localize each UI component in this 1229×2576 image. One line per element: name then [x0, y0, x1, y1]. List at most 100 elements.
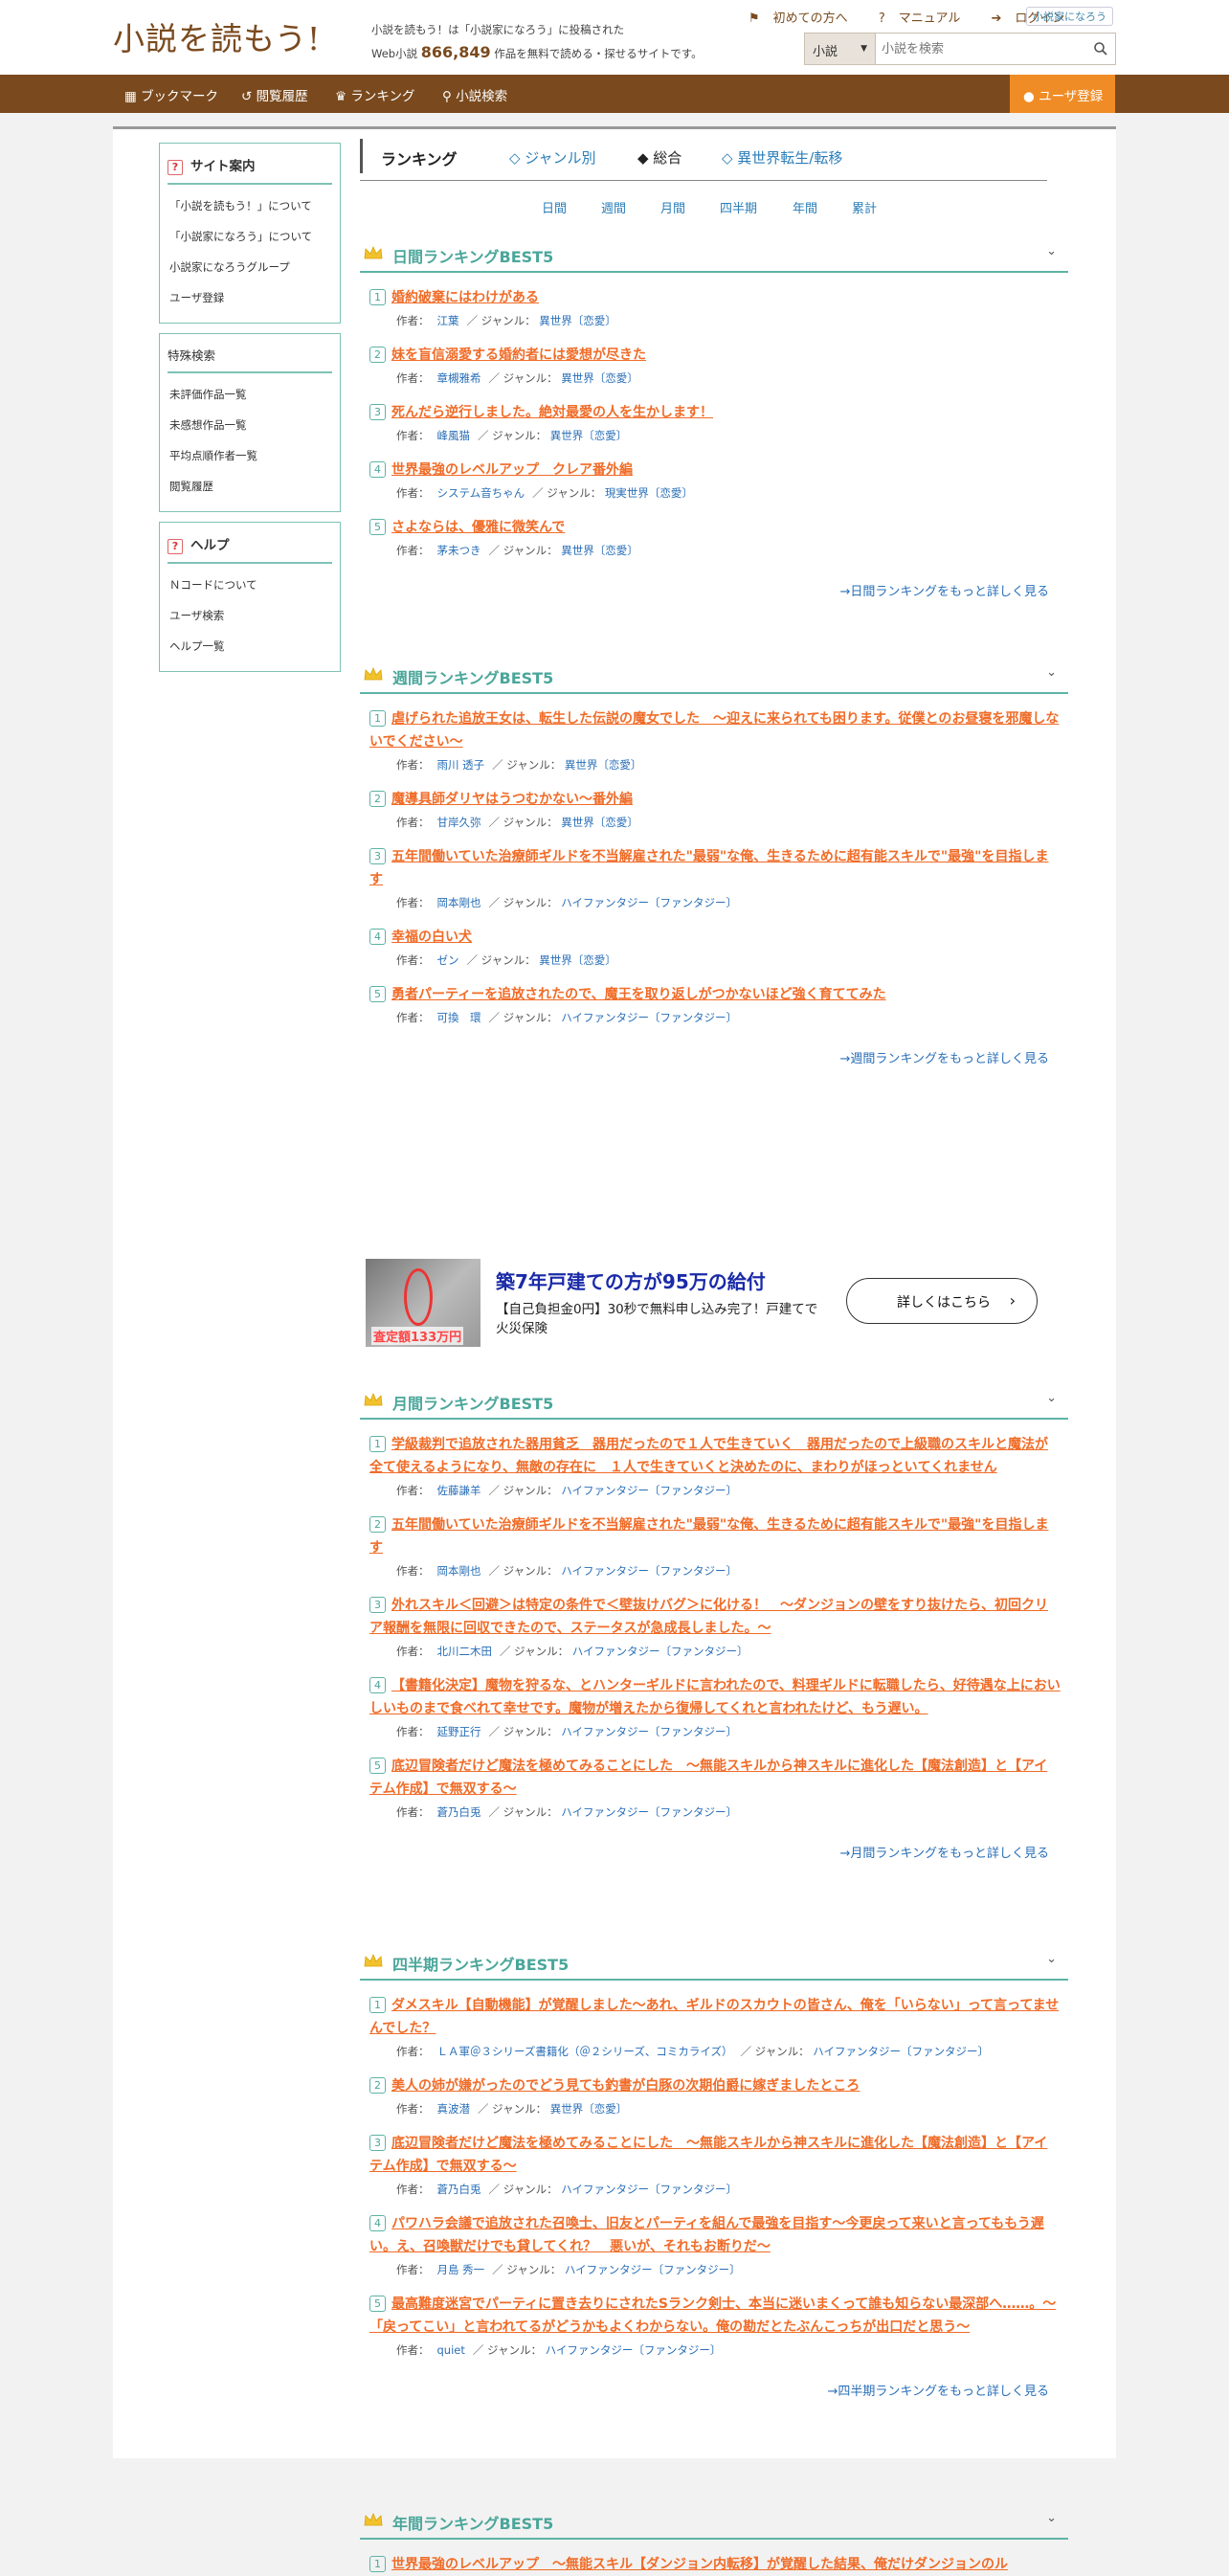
novel-title-link[interactable]: 幸福の白い犬	[391, 930, 472, 945]
novel-title-link[interactable]: 魔導具師ダリヤはうつむかない～番外編	[391, 792, 633, 807]
author-link[interactable]: 月島 秀一	[437, 2263, 485, 2276]
novel-title-link[interactable]: ダメスキル【自動機能】が覚醒しました～あれ、ギルドのスカウトの皆さん、俺を「いら…	[369, 1998, 1059, 2036]
genre-link[interactable]: ハイファンタジー〔ファンタジー〕	[813, 2045, 989, 2058]
genre-link[interactable]: 異世界〔恋愛〕	[565, 758, 642, 772]
author-link[interactable]: 佐藤謙羊	[437, 1484, 481, 1497]
period-daily[interactable]: 日間	[542, 198, 567, 216]
genre-link[interactable]: 異世界〔恋愛〕	[561, 816, 638, 829]
chevron-down-icon[interactable]: ⌄	[1046, 665, 1057, 680]
author-link[interactable]: 章槻雅希	[437, 371, 481, 385]
genre-link[interactable]: ハイファンタジー〔ファンタジー〕	[561, 896, 737, 909]
first-time-link[interactable]: ⚑ 初めての方へ	[749, 11, 861, 26]
novel-title-link[interactable]: 五年間働いていた治療師ギルドを不当解雇された"最弱"な俺、生きるために超有能スキ…	[369, 849, 1048, 887]
genre-link[interactable]: 異世界〔恋愛〕	[539, 953, 616, 967]
novel-title-link[interactable]: 妹を盲信溺愛する婚約者には愛想が尽きた	[391, 347, 646, 363]
more-ranking-link[interactable]: →月間ランキングをもっと詳しく見る	[360, 1822, 1068, 1861]
novel-title-link[interactable]: 死んだら逆行しました。絶対最愛の人を生かします！	[391, 405, 713, 420]
author-link[interactable]: quiet	[437, 2343, 465, 2357]
genre-link[interactable]: 異世界〔恋愛〕	[550, 429, 628, 442]
author-link[interactable]: 岡本剛也	[437, 1564, 481, 1578]
more-ranking-link[interactable]: →日間ランキングをもっと詳しく見る	[360, 560, 1068, 599]
search-icon[interactable]	[1092, 40, 1109, 57]
genre-link[interactable]: 異世界〔恋愛〕	[561, 544, 638, 557]
novel-title-link[interactable]: 世界最強のレベルアップ ～無能スキル【ダンジョン内転移】が覚醒した結果、俺だけダ…	[391, 2557, 1008, 2572]
sidebar-link[interactable]: 「小説を読もう！」について	[168, 190, 332, 221]
chevron-down-icon[interactable]: ⌄	[1046, 244, 1057, 258]
ad-banner[interactable]: 査定額133万円 築7年戸建ての方が95万の給付 【自己負担金0円】30秒で無料…	[366, 1259, 1055, 1347]
novel-title-link[interactable]: 虐げられた追放王女は、転生した伝説の魔女でした ～迎えに来られても困ります。従僕…	[369, 711, 1059, 750]
genre-link[interactable]: ハイファンタジー〔ファンタジー〕	[561, 1725, 737, 1738]
section-header[interactable]: 月間ランキングBEST5 ⌄	[360, 1379, 1068, 1420]
tab-genre[interactable]: ◇ ジャンル別	[509, 147, 596, 168]
section-header[interactable]: 週間ランキングBEST5 ⌄	[360, 654, 1068, 694]
section-header[interactable]: 日間ランキングBEST5 ⌄	[360, 233, 1068, 273]
genre-link[interactable]: ハイファンタジー〔ファンタジー〕	[561, 2183, 737, 2196]
period-cumulative[interactable]: 累計	[852, 198, 877, 216]
author-link[interactable]: 可換 環	[437, 1011, 481, 1024]
sidebar-link[interactable]: ユーザ検索	[168, 600, 332, 631]
sidebar-link[interactable]: Ｎコードについて	[168, 570, 332, 600]
period-weekly[interactable]: 週間	[601, 198, 626, 216]
ad-title[interactable]: 築7年戸建ての方が95万の給付	[496, 1266, 766, 1294]
chevron-down-icon[interactable]: ⌄	[1046, 1952, 1057, 1966]
author-link[interactable]: 雨川 透子	[437, 758, 485, 772]
nav-bookmark[interactable]: ▦ ブックマーク	[124, 85, 218, 104]
genre-link[interactable]: 異世界〔恋愛〕	[550, 2102, 628, 2116]
author-link[interactable]: 岡本剛也	[437, 896, 481, 909]
novel-title-link[interactable]: 学級裁判で追放された器用貧乏 器用だったので１人で生きていく 器用だったので上級…	[369, 1437, 1048, 1475]
site-logo[interactable]: 小説を読もう!	[113, 13, 321, 59]
search-category-select[interactable]: 小説 ▼	[805, 34, 876, 64]
sidebar-link[interactable]: 未評価作品一覧	[168, 379, 332, 410]
author-link[interactable]: 延野正行	[437, 1725, 481, 1738]
novel-title-link[interactable]: 五年間働いていた治療師ギルドを不当解雇された"最弱"な俺、生きるために超有能スキ…	[369, 1517, 1048, 1556]
sidebar-link[interactable]: 小説家になろうグループ	[168, 252, 332, 282]
novel-title-link[interactable]: 世界最強のレベルアップ クレア番外編	[391, 462, 633, 478]
genre-link[interactable]: ハイファンタジー〔ファンタジー〕	[565, 2263, 741, 2276]
author-link[interactable]: ゼン	[437, 953, 459, 967]
user-register-button[interactable]: ● ユーザ登録	[1010, 75, 1115, 113]
tab-overall[interactable]: ◆ 総合	[637, 147, 682, 168]
manual-link[interactable]: ? マニュアル	[879, 11, 974, 26]
genre-link[interactable]: 現実世界〔恋愛〕	[605, 486, 693, 500]
search-input[interactable]	[882, 38, 1073, 59]
author-link[interactable]: 蒼乃白兎	[437, 2183, 481, 2196]
brand-link[interactable]: 小説家になろう	[1026, 7, 1113, 26]
chevron-down-icon[interactable]: ⌄	[1046, 2511, 1057, 2525]
author-link[interactable]: システム音ちゃん	[437, 486, 525, 500]
genre-link[interactable]: 異世界〔恋愛〕	[539, 314, 616, 327]
novel-title-link[interactable]: さよならは、優雅に微笑んで	[391, 520, 565, 535]
novel-title-link[interactable]: 【書籍化決定】魔物を狩るな、とハンターギルドに言われたので、料理ギルドに転職した…	[369, 1678, 1061, 1716]
tab-isekai[interactable]: ◇ 異世界転生/転移	[722, 147, 842, 168]
genre-link[interactable]: ハイファンタジー〔ファンタジー〕	[572, 1645, 749, 1658]
author-link[interactable]: 真波潜	[437, 2102, 471, 2116]
genre-link[interactable]: ハイファンタジー〔ファンタジー〕	[561, 1564, 737, 1578]
section-header[interactable]: 四半期ランキングBEST5 ⌄	[360, 1940, 1068, 1981]
novel-title-link[interactable]: 婚約破棄にはわけがある	[391, 290, 539, 305]
period-monthly[interactable]: 月間	[660, 198, 685, 216]
sidebar-link[interactable]: 「小説家になろう」について	[168, 221, 332, 252]
novel-title-link[interactable]: パワハラ会議で追放された召喚士、旧友とパーティを組んで最強を目指す～今更戻って来…	[369, 2216, 1044, 2254]
period-quarterly[interactable]: 四半期	[720, 198, 757, 216]
novel-title-link[interactable]: 外れスキル＜回避＞は特定の条件で＜壁抜けバグ＞に化ける！ ～ダンジョンの壁をすり…	[369, 1598, 1048, 1636]
genre-link[interactable]: ハイファンタジー〔ファンタジー〕	[561, 1011, 737, 1024]
author-link[interactable]: 江葉	[437, 314, 459, 327]
nav-history[interactable]: ↺ 閲覧履歴	[241, 85, 308, 104]
more-ranking-link[interactable]: →四半期ランキングをもっと詳しく見る	[360, 2360, 1068, 2399]
author-link[interactable]: 北川二木田	[437, 1645, 493, 1658]
more-ranking-link[interactable]: →週間ランキングをもっと詳しく見る	[360, 1027, 1068, 1066]
genre-link[interactable]: ハイファンタジー〔ファンタジー〕	[561, 1484, 737, 1497]
author-link[interactable]: ＬＡ軍＠３シリーズ書籍化（＠２シリーズ、コミカライズ）	[437, 2045, 733, 2058]
period-yearly[interactable]: 年間	[793, 198, 817, 216]
genre-link[interactable]: ハイファンタジー〔ファンタジー〕	[561, 1805, 737, 1819]
nav-search[interactable]: ⚲ 小説検索	[442, 85, 507, 104]
author-link[interactable]: 蒼乃白兎	[437, 1805, 481, 1819]
novel-title-link[interactable]: 美人の姉が嫌がったのでどう見ても釣書が白豚の次期伯爵に嫁ぎましたところ	[391, 2078, 860, 2094]
sidebar-link[interactable]: 平均点順作者一覧	[168, 440, 332, 471]
sidebar-link[interactable]: 閲覧履歴	[168, 471, 332, 502]
author-link[interactable]: 峰風猫	[437, 429, 471, 442]
chevron-down-icon[interactable]: ⌄	[1046, 1391, 1057, 1405]
novel-title-link[interactable]: 最高難度迷宮でパーティに置き去りにされたSランク剣士、本当に迷いまくって誰も知ら…	[369, 2296, 1056, 2335]
novel-title-link[interactable]: 底辺冒険者だけど魔法を極めてみることにした ～無能スキルから神スキルに進化した【…	[369, 2136, 1047, 2174]
genre-link[interactable]: 異世界〔恋愛〕	[561, 371, 638, 385]
nav-ranking[interactable]: ♛ ランキング	[335, 85, 415, 104]
